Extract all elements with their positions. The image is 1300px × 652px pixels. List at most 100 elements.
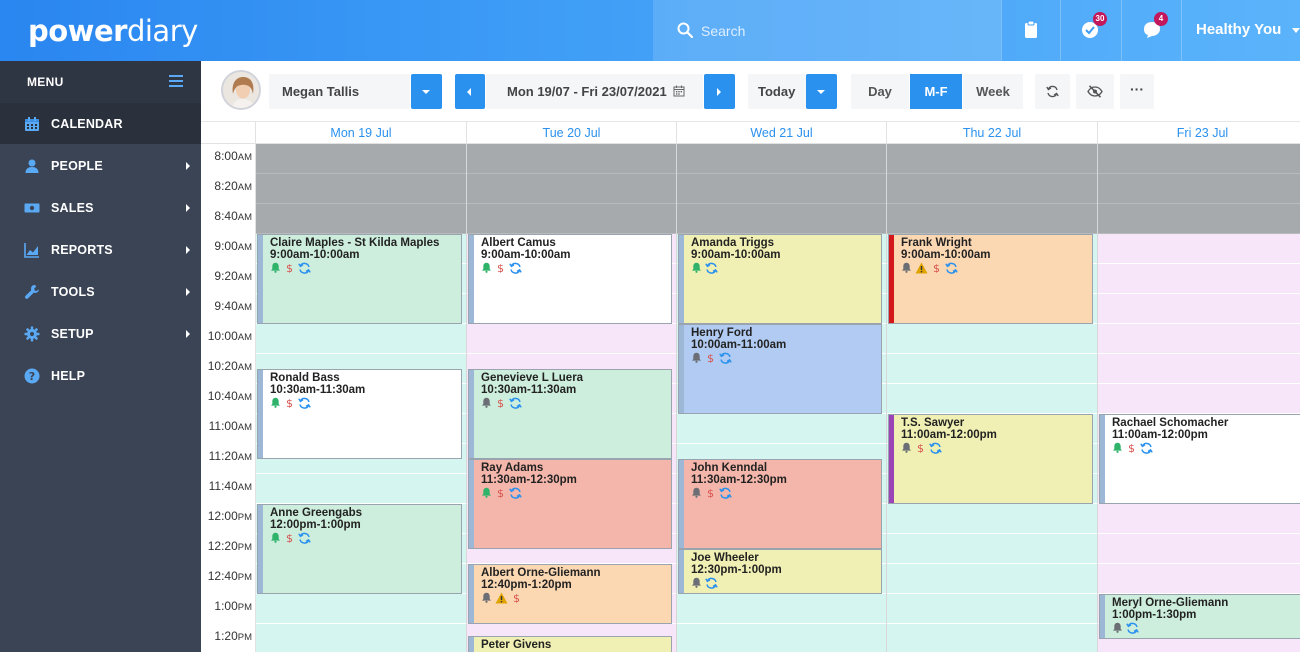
time-slot[interactable] (887, 354, 1097, 384)
time-slot[interactable] (1098, 564, 1300, 594)
time-slot[interactable] (887, 594, 1097, 624)
tasks-button[interactable]: 30 (1060, 0, 1119, 61)
appointment-status-bar (1100, 415, 1105, 503)
time-slot[interactable] (887, 564, 1097, 594)
time-slot[interactable] (256, 594, 466, 624)
time-slot[interactable] (1098, 324, 1300, 354)
practitioner-avatar[interactable] (221, 70, 261, 110)
search-box[interactable]: Search (653, 0, 1001, 61)
time-slot[interactable] (1098, 504, 1300, 534)
view-day-button[interactable]: Day (851, 74, 909, 109)
closed-slot[interactable] (887, 144, 1097, 174)
day-header[interactable]: Mon 19 Jul (256, 122, 467, 144)
appointment-block[interactable]: Amanda Triggs 9:00am-10:00am (678, 234, 882, 324)
appointment-block[interactable]: Peter Givens (468, 636, 672, 652)
closed-slot[interactable] (1098, 204, 1300, 234)
sidebar-item-help[interactable]: ? HELP (0, 355, 201, 396)
practitioner-dropdown-button[interactable] (411, 74, 442, 109)
refresh-button[interactable] (1035, 74, 1070, 109)
time-slot[interactable] (1098, 264, 1300, 294)
hide-button[interactable] (1076, 74, 1114, 109)
day-header[interactable]: Fri 23 Jul (1098, 122, 1300, 144)
day-header[interactable]: Wed 21 Jul (677, 122, 887, 144)
next-range-button[interactable] (704, 74, 735, 109)
time-value: 10:00 (207, 329, 238, 343)
time-slot[interactable] (1098, 294, 1300, 324)
appointment-block[interactable]: Frank Wright 9:00am-10:00am $ (888, 234, 1093, 324)
dollar-icon: $ (495, 262, 506, 276)
appointment-block[interactable]: Claire Maples - St Kilda Maples 9:00am-10… (257, 234, 462, 324)
time-slot[interactable] (1098, 234, 1300, 264)
time-slot[interactable] (677, 414, 886, 444)
time-slot[interactable] (1098, 354, 1300, 384)
today-dropdown-button[interactable] (806, 74, 837, 109)
appointment-block[interactable]: Genevieve L Luera 10:30am-11:30am $ (468, 369, 672, 459)
time-slot[interactable] (887, 384, 1097, 414)
time-slot[interactable] (256, 324, 466, 354)
time-slot[interactable] (1098, 534, 1300, 564)
view-week-button[interactable]: Week (963, 74, 1023, 109)
messages-button[interactable]: 4 (1121, 0, 1180, 61)
time-slot[interactable] (677, 594, 886, 624)
closed-slot[interactable] (677, 174, 886, 204)
closed-slot[interactable] (256, 204, 466, 234)
time-slot[interactable] (887, 534, 1097, 564)
time-slot[interactable] (256, 624, 466, 652)
sidebar-item-people[interactable]: PEOPLE (0, 145, 201, 186)
powerdiary-logo[interactable]: powerdiary (28, 14, 198, 48)
closed-slot[interactable] (256, 174, 466, 204)
closed-slot[interactable] (677, 204, 886, 234)
more-options-button[interactable]: ··· (1120, 74, 1154, 109)
time-slot[interactable] (1098, 384, 1300, 414)
time-slot[interactable] (467, 324, 676, 354)
time-slot[interactable] (887, 624, 1097, 652)
sync-icon (945, 262, 958, 277)
sync-icon (509, 397, 522, 412)
time-slot[interactable] (887, 324, 1097, 354)
sidebar-item-calendar[interactable]: CALENDAR (0, 103, 201, 144)
appointment-block[interactable]: Ray Adams 11:30am-12:30pm $ (468, 459, 672, 549)
appointment-icons: $ (901, 262, 1092, 277)
appointment-block[interactable]: Anne Greengabs 12:00pm-1:00pm $ (257, 504, 462, 594)
closed-slot[interactable] (887, 204, 1097, 234)
appointment-block[interactable]: T.S. Sawyer 11:00am-12:00pm $ (888, 414, 1093, 504)
closed-slot[interactable] (887, 174, 1097, 204)
date-range-picker[interactable]: Mon 19/07 - Fri 23/07/2021 (486, 74, 703, 109)
closed-slot[interactable] (1098, 144, 1300, 174)
appointment-status-bar (469, 370, 474, 458)
appointment-block[interactable]: Rachael Schomacher 11:00am-12:00pm $ (1099, 414, 1300, 504)
closed-slot[interactable] (256, 144, 466, 174)
closed-slot[interactable] (677, 144, 886, 174)
closed-slot[interactable] (1098, 174, 1300, 204)
sidebar-item-sales[interactable]: SALES (0, 187, 201, 228)
today-button[interactable]: Today (748, 74, 806, 109)
closed-slot[interactable] (467, 174, 676, 204)
view-mf-button[interactable]: M-F (910, 74, 962, 109)
practitioner-select[interactable]: Megan Tallis (269, 74, 410, 109)
hamburger-icon[interactable] (169, 75, 183, 87)
prev-range-button[interactable] (455, 74, 485, 109)
appointment-block[interactable]: Henry Ford 10:00am-11:00am $ (678, 324, 882, 414)
appointment-status-bar (258, 370, 263, 458)
user-menu[interactable]: Healthy You (1181, 0, 1300, 61)
appointment-block[interactable]: Albert Orne-Gliemann 12:40pm-1:20pm $ (468, 564, 672, 624)
sidebar-item-setup[interactable]: SETUP (0, 313, 201, 354)
sidebar-item-tools[interactable]: TOOLS (0, 271, 201, 312)
clipboard-button[interactable] (1001, 0, 1060, 61)
closed-slot[interactable] (467, 204, 676, 234)
time-slot[interactable] (887, 504, 1097, 534)
appointment-block[interactable]: Albert Camus 9:00am-10:00am $ (468, 234, 672, 324)
sidebar-item-reports[interactable]: REPORTS (0, 229, 201, 270)
day-header[interactable]: Tue 20 Jul (467, 122, 677, 144)
appointment-block[interactable]: Ronald Bass 10:30am-11:30am $ (257, 369, 462, 459)
closed-slot[interactable] (467, 144, 676, 174)
time-value: 10:40 (207, 389, 238, 403)
appointment-block[interactable]: John Kenndal 11:30am-12:30pm $ (678, 459, 882, 549)
time-slot[interactable] (677, 624, 886, 652)
time-label: 1:20PM (201, 629, 256, 643)
appointment-block[interactable]: Meryl Orne-Gliemann 1:00pm-1:30pm (1099, 594, 1300, 639)
appointment-client: Anne Greengabs (270, 507, 363, 519)
appointment-block[interactable]: Joe Wheeler 12:30pm-1:00pm (678, 549, 882, 594)
day-header[interactable]: Thu 22 Jul (887, 122, 1098, 144)
time-slot[interactable] (256, 474, 466, 504)
